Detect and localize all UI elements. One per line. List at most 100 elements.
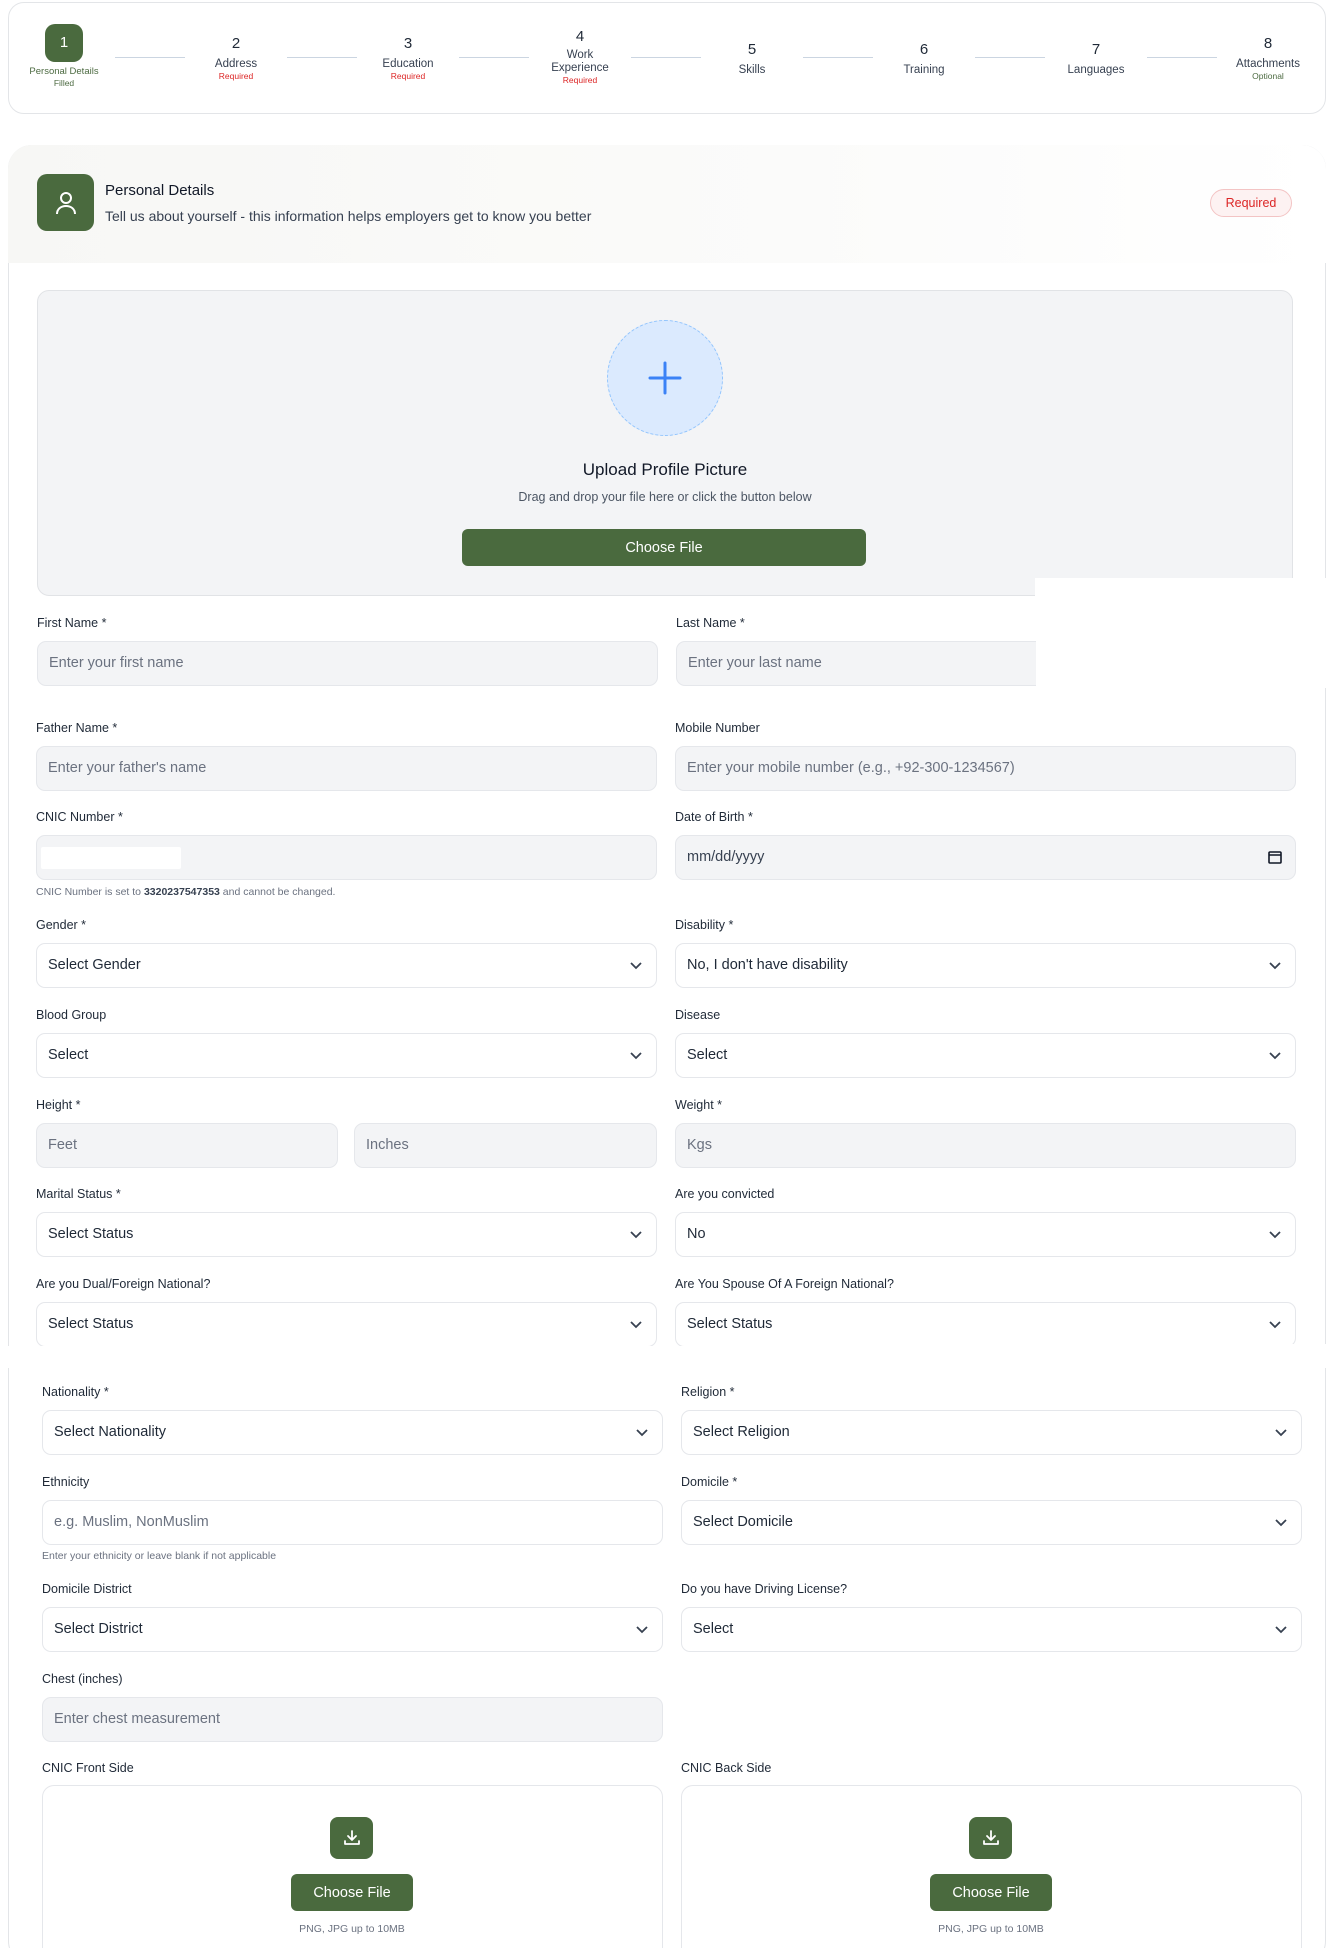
step-6-training[interactable]: 6 Training bbox=[854, 41, 994, 77]
convicted-select[interactable]: No bbox=[675, 1212, 1296, 1257]
weight-input[interactable]: Kgs bbox=[675, 1123, 1296, 1168]
gender-select[interactable]: Select Gender bbox=[36, 943, 657, 988]
step-1-number: 1 bbox=[45, 24, 83, 62]
choose-file-button[interactable]: Choose File bbox=[462, 529, 866, 566]
disability-select[interactable]: No, I don't have disability bbox=[675, 943, 1296, 988]
step-4-status: Required bbox=[562, 75, 598, 85]
first-name-input[interactable]: Enter your first name bbox=[37, 641, 658, 686]
height-feet-input[interactable]: Feet bbox=[36, 1123, 338, 1168]
cnic-back-choose-file-button[interactable]: Choose File bbox=[930, 1874, 1052, 1911]
domicile-select[interactable]: Select Domicile bbox=[681, 1500, 1302, 1545]
plus-icon bbox=[648, 361, 682, 395]
last-name-input[interactable]: Enter your last name bbox=[676, 641, 1036, 686]
spouse-foreign-select[interactable]: Select Status bbox=[675, 1302, 1296, 1347]
ethnicity-help-text: Enter your ethnicity or leave blank if n… bbox=[42, 1550, 277, 1562]
cnic-front-note: PNG, JPG up to 10MB bbox=[299, 1923, 405, 1935]
ethnicity-input[interactable]: e.g. Muslim, NonMuslim bbox=[42, 1500, 663, 1545]
step-8-attachments[interactable]: 8 Attachments Optional bbox=[1198, 35, 1330, 82]
dob-label: Date of Birth * bbox=[675, 810, 753, 824]
card-header bbox=[8, 145, 1326, 263]
father-name-input[interactable]: Enter your father's name bbox=[36, 746, 657, 791]
upload-icon bbox=[330, 1817, 373, 1859]
chevron-down-icon bbox=[636, 1626, 648, 1634]
step-8-status: Optional bbox=[1252, 71, 1284, 81]
convicted-label: Are you convicted bbox=[675, 1187, 775, 1201]
dual-national-select[interactable]: Select Status bbox=[36, 1302, 657, 1347]
blood-group-label: Blood Group bbox=[36, 1008, 107, 1022]
step-1-label: Personal Details bbox=[29, 66, 99, 77]
section-title: Personal Details bbox=[105, 182, 215, 199]
step-1-personal-details[interactable]: 1 Personal Details Filled bbox=[0, 24, 134, 89]
religion-value: Select Religion bbox=[693, 1424, 790, 1440]
step-8-label: Attachments bbox=[1236, 58, 1300, 70]
father-name-label: Father Name * bbox=[36, 721, 118, 735]
step-3-education[interactable]: 3 Education Required bbox=[338, 35, 478, 82]
step-4-label-line2: Experience bbox=[551, 62, 609, 74]
chevron-down-icon bbox=[1269, 962, 1281, 970]
gender-value: Select Gender bbox=[48, 957, 141, 973]
page-seam bbox=[1052, 1344, 1330, 1352]
height-label: Height * bbox=[36, 1098, 81, 1112]
driving-license-select[interactable]: Select bbox=[681, 1607, 1302, 1652]
required-badge: Required bbox=[1210, 189, 1292, 217]
domicile-label: Domicile * bbox=[681, 1475, 738, 1489]
step-4-number: 4 bbox=[575, 28, 585, 45]
first-name-label: First Name * bbox=[37, 616, 107, 630]
calendar-icon bbox=[1268, 851, 1282, 864]
religion-label: Religion * bbox=[681, 1385, 735, 1399]
chevron-down-icon bbox=[630, 1321, 642, 1329]
height-inches-input[interactable]: Inches bbox=[354, 1123, 657, 1168]
step-5-skills[interactable]: 5 Skills bbox=[682, 41, 822, 77]
cnic-back-note: PNG, JPG up to 10MB bbox=[938, 1923, 1044, 1935]
chevron-down-icon bbox=[1269, 1052, 1281, 1060]
step-4-work-experience[interactable]: 4 Work Experience Required bbox=[510, 28, 650, 86]
marital-status-select[interactable]: Select Status bbox=[36, 1212, 657, 1257]
step-2-number: 2 bbox=[231, 35, 241, 52]
step-2-label: Address bbox=[214, 58, 258, 70]
blank-area bbox=[1035, 578, 1330, 688]
cnic-help-text: CNIC Number is set to 3320237547353 and … bbox=[36, 886, 336, 898]
step-2-address[interactable]: 2 Address Required bbox=[166, 35, 306, 82]
gender-label: Gender * bbox=[36, 918, 87, 932]
step-1-status: Filled bbox=[53, 78, 75, 88]
domicile-district-value: Select District bbox=[54, 1621, 143, 1637]
religion-select[interactable]: Select Religion bbox=[681, 1410, 1302, 1455]
step-7-languages[interactable]: 7 Languages bbox=[1026, 41, 1166, 77]
cnic-back-label: CNIC Back Side bbox=[681, 1761, 772, 1775]
step-5-number: 5 bbox=[747, 41, 757, 58]
chest-input[interactable]: Enter chest measurement bbox=[42, 1697, 663, 1742]
nationality-select[interactable]: Select Nationality bbox=[42, 1410, 663, 1455]
dual-national-label: Are you Dual/Foreign National? bbox=[36, 1277, 211, 1291]
driving-license-label: Do you have Driving License? bbox=[681, 1582, 848, 1596]
section-subtitle: Tell us about yourself - this informatio… bbox=[105, 208, 592, 224]
disease-select[interactable]: Select bbox=[675, 1033, 1296, 1078]
chevron-down-icon bbox=[636, 1429, 648, 1437]
last-name-label: Last Name * bbox=[676, 616, 745, 630]
disability-value: No, I don't have disability bbox=[687, 957, 848, 973]
cnic-front-choose-file-button[interactable]: Choose File bbox=[291, 1874, 413, 1911]
domicile-district-select[interactable]: Select District bbox=[42, 1607, 663, 1652]
dob-input[interactable]: mm/dd/yyyy bbox=[675, 835, 1296, 880]
ethnicity-label: Ethnicity bbox=[42, 1475, 90, 1489]
mobile-number-input[interactable]: Enter your mobile number (e.g., +92-300-… bbox=[675, 746, 1296, 791]
nationality-label: Nationality * bbox=[42, 1385, 109, 1399]
weight-label: Weight * bbox=[675, 1098, 723, 1112]
chevron-down-icon bbox=[1275, 1429, 1287, 1437]
step-7-label: Languages bbox=[1067, 64, 1125, 76]
step-4-label-line1: Work bbox=[566, 49, 594, 61]
chevron-down-icon bbox=[630, 1052, 642, 1060]
chevron-down-icon bbox=[1275, 1519, 1287, 1527]
step-6-label: Training bbox=[903, 64, 945, 76]
step-2-status: Required bbox=[218, 71, 254, 81]
disability-label: Disability * bbox=[675, 918, 734, 932]
cnic-label: CNIC Number * bbox=[36, 810, 123, 824]
disease-label: Disease bbox=[675, 1008, 721, 1022]
step-3-number: 3 bbox=[403, 35, 413, 52]
cnic-input bbox=[36, 835, 657, 880]
step-3-label: Education bbox=[382, 58, 434, 70]
domicile-value: Select Domicile bbox=[693, 1514, 793, 1530]
blood-group-select[interactable]: Select bbox=[36, 1033, 657, 1078]
marital-status-value: Select Status bbox=[48, 1226, 134, 1242]
add-photo-button[interactable] bbox=[607, 320, 723, 436]
chevron-down-icon bbox=[1269, 1321, 1281, 1329]
